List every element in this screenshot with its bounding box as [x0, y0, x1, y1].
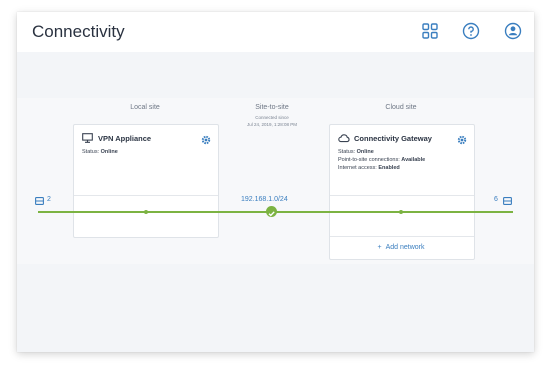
internet-label: Internet access: — [338, 165, 377, 171]
card-divider — [330, 195, 474, 196]
status-value: Online — [356, 149, 374, 155]
p2s-label: Point-to-site connections: — [338, 157, 400, 163]
vpn-appliance-card[interactable]: VPN Appliance Status: Online — [73, 124, 219, 238]
site-to-site-label: Site-to-site — [255, 104, 289, 111]
status-label: Status: — [82, 149, 100, 155]
add-network-label: Add network — [385, 243, 425, 251]
plus-icon: + — [377, 243, 382, 251]
vpn-status: Status: Online — [82, 149, 118, 155]
connectivity-window: Connectivity Local site Site-to-site Con… — [17, 12, 534, 352]
server-icon[interactable] — [503, 197, 512, 205]
gateway-internet: Internet access: Enabled — [338, 165, 400, 171]
left-network-count: 2 — [47, 196, 51, 203]
page-title: Connectivity — [32, 22, 125, 41]
grid-icon[interactable] — [421, 22, 439, 40]
internet-value: Enabled — [378, 165, 400, 171]
account-icon[interactable] — [504, 22, 522, 40]
add-network-button[interactable]: + Add network — [329, 236, 473, 258]
gateway-status: Status: Online — [338, 149, 374, 155]
gear-icon[interactable] — [457, 135, 467, 145]
server-icon[interactable] — [35, 197, 44, 205]
gear-icon[interactable] — [201, 135, 211, 145]
status-value: Online — [100, 149, 118, 155]
connection-status-icon[interactable] — [266, 206, 277, 217]
card-divider — [74, 195, 218, 196]
gateway-p2s: Point-to-site connections: Available — [338, 157, 425, 163]
help-icon[interactable] — [462, 22, 480, 40]
right-network-count: 6 — [494, 196, 498, 203]
vpn-appliance-title: VPN Appliance — [98, 134, 152, 143]
connected-since-value: Jul 24, 2019, 1:28:08 PM — [246, 122, 298, 127]
cloud-icon — [338, 133, 350, 143]
p2s-value: Available — [401, 157, 426, 163]
status-label: Status: — [338, 149, 356, 155]
connection-dot — [144, 210, 148, 214]
connected-since-label: Connected since — [255, 115, 289, 120]
local-site-label: Local site — [130, 104, 160, 111]
monitor-icon — [82, 133, 93, 143]
connection-dot — [399, 210, 403, 214]
header: Connectivity — [17, 12, 534, 52]
gateway-title: Connectivity Gateway — [354, 134, 432, 143]
cloud-site-label: Cloud site — [385, 104, 417, 111]
network-ip[interactable]: 192.168.1.0/24 — [241, 196, 288, 203]
